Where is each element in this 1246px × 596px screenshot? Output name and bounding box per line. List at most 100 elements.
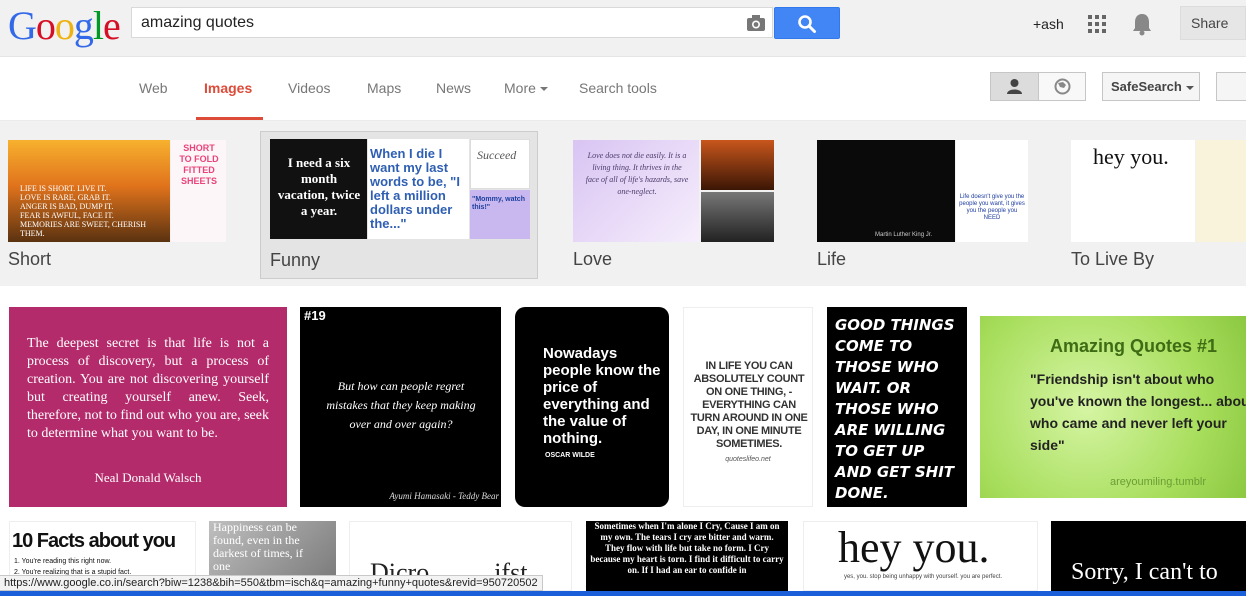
- result-author: quoteslifeo.net: [725, 456, 771, 463]
- search-icon: [798, 15, 816, 33]
- category-life[interactable]: Martin Luther King Jr. Life doesn't give…: [817, 131, 1032, 279]
- category-thumbnail[interactable]: [701, 192, 774, 242]
- scroll-progress-bar: [0, 591, 1246, 596]
- tab-more[interactable]: More: [504, 80, 548, 96]
- result-title: 10 Facts about you: [12, 530, 176, 552]
- logo-letter: e: [103, 3, 121, 48]
- image-result[interactable]: GOOD THINGS COME TO THOSE WHO WAIT. OR T…: [827, 307, 967, 507]
- result-quote-text: Sorry, I can't to: [1071, 559, 1218, 585]
- image-result[interactable]: Sometimes when I'm alone I Cry, Cause I …: [586, 521, 788, 591]
- bell-icon[interactable]: [1131, 12, 1153, 36]
- category-label: Short: [8, 249, 52, 269]
- view-toggle: [990, 72, 1086, 101]
- chevron-down-icon: [1185, 85, 1194, 90]
- category-label: To Live By: [1071, 249, 1155, 269]
- thumbnail-text: LIFE IS SHORT. LIVE IT. LOVE IS RARE, GR…: [20, 184, 147, 238]
- share-button[interactable]: Share: [1180, 6, 1246, 40]
- person-icon: [1007, 79, 1022, 94]
- category-thumbnail[interactable]: SHORT TO FOLD FITTED SHEETS: [171, 140, 226, 242]
- active-tab-indicator: [196, 117, 263, 120]
- result-author: Ayumi Hamasaki - Teddy Bear: [389, 491, 499, 501]
- category-funny[interactable]: I need a six month vacation, twice a yea…: [260, 131, 538, 279]
- category-thumbnail[interactable]: "Mommy, watch this!": [470, 190, 530, 239]
- image-result[interactable]: Sorry, I can't to: [1051, 521, 1246, 591]
- thumbnail-text: I need a six month vacation, twice a yea…: [277, 155, 361, 218]
- thumbnail-text: Love does not die easily. It is a living…: [585, 151, 689, 196]
- logo-letter: l: [92, 3, 104, 48]
- image-result[interactable]: Amazing Quotes #1 "Friendship isn't abou…: [980, 316, 1246, 498]
- tab-videos[interactable]: Videos: [288, 80, 331, 96]
- category-thumbnail[interactable]: [701, 140, 774, 190]
- thumbnail-text: When I die I want my last words to be, "…: [370, 146, 460, 231]
- category-short[interactable]: LIFE IS SHORT. LIVE IT. LOVE IS RARE, GR…: [8, 131, 230, 279]
- google-logo[interactable]: Google: [8, 3, 121, 48]
- category-thumbnail[interactable]: Martin Luther King Jr.: [817, 140, 955, 242]
- category-thumbnail[interactable]: Life doesn't give you the people you wan…: [956, 140, 1028, 242]
- thumbnail-text: Martin Luther King Jr.: [875, 232, 933, 238]
- result-title: Amazing Quotes #1: [1050, 336, 1218, 356]
- search-box: [131, 7, 773, 38]
- search-tools-button[interactable]: Search tools: [579, 80, 657, 96]
- search-input[interactable]: [141, 12, 731, 34]
- image-result[interactable]: IN LIFE YOU CAN ABSOLUTELY COUNT ON ONE …: [683, 307, 813, 507]
- thumbnail-text: SHORT TO FOLD FITTED SHEETS: [179, 143, 219, 186]
- result-author: areyoumiling.tumblr: [1110, 476, 1206, 488]
- camera-icon[interactable]: [746, 14, 766, 32]
- category-thumbnail[interactable]: LIFE IS SHORT. LIVE IT. LOVE IS RARE, GR…: [8, 140, 170, 242]
- related-searches-strip: LIFE IS SHORT. LIVE IT. LOVE IS RARE, GR…: [0, 121, 1246, 286]
- result-author: Neal Donald Walsch: [94, 470, 202, 485]
- result-quote-text: "Friendship isn't about who you've known…: [1030, 371, 1246, 453]
- image-result[interactable]: hey you. yes, you. stop being unhappy wi…: [803, 521, 1038, 591]
- result-tag: #19: [304, 308, 326, 323]
- result-quote-text: IN LIFE YOU CAN ABSOLUTELY COUNT ON ONE …: [690, 360, 808, 450]
- image-result[interactable]: The deepest secret is that life is not a…: [9, 307, 287, 507]
- personal-results-button[interactable]: [991, 73, 1039, 100]
- apps-grid-icon[interactable]: [1088, 15, 1106, 33]
- tab-maps[interactable]: Maps: [367, 80, 401, 96]
- user-link[interactable]: +ash: [1033, 16, 1064, 32]
- tab-news[interactable]: News: [436, 80, 471, 96]
- logo-letter: g: [73, 3, 94, 48]
- logo-letter: o: [35, 3, 56, 48]
- settings-button[interactable]: [1216, 72, 1246, 101]
- thumbnail-text: hey you.: [1093, 144, 1169, 169]
- result-quote-text: hey you.: [838, 523, 990, 572]
- category-to-live-by[interactable]: hey you. To Live By: [1071, 131, 1246, 279]
- thumbnail-text: Succeed: [477, 148, 517, 162]
- top-bar: Google +ash Share: [0, 0, 1246, 57]
- category-thumbnail[interactable]: hey you.: [1071, 140, 1195, 242]
- category-label: Love: [573, 249, 613, 269]
- category-thumbnail[interactable]: Succeed: [470, 139, 530, 189]
- category-thumbnail[interactable]: [1196, 140, 1246, 242]
- result-author: OSCAR WILDE: [545, 452, 595, 459]
- category-thumbnail[interactable]: I need a six month vacation, twice a yea…: [270, 139, 367, 239]
- result-quote-text: But how can people regret mistakes that …: [326, 379, 476, 431]
- category-thumbnail[interactable]: Love does not die easily. It is a living…: [573, 140, 699, 242]
- logo-letter: G: [8, 3, 37, 48]
- category-thumbnail[interactable]: When I die I want my last words to be, "…: [368, 139, 469, 239]
- tab-web[interactable]: Web: [139, 80, 168, 96]
- search-button[interactable]: [774, 7, 840, 39]
- tab-more-label: More: [504, 80, 536, 96]
- safesearch-label: SafeSearch: [1111, 79, 1182, 94]
- category-label: Life: [817, 249, 847, 269]
- result-quote-text: Nowadays people know the price of everyt…: [543, 345, 661, 447]
- result-subtext: yes, you. stop being unhappy with yourse…: [843, 574, 1003, 580]
- globe-icon: [1054, 78, 1071, 95]
- thumbnail-text: "Mommy, watch this!": [472, 196, 525, 211]
- global-results-button[interactable]: [1039, 73, 1086, 100]
- result-quote-text: Happiness can be found, even in the dark…: [213, 521, 303, 573]
- safesearch-dropdown[interactable]: SafeSearch: [1102, 72, 1200, 101]
- result-quote-text: The deepest secret is that life is not a…: [27, 336, 269, 441]
- search-type-nav: Web Images Videos Maps News More Search …: [0, 57, 1246, 121]
- tab-images[interactable]: Images: [204, 80, 252, 96]
- category-label: Funny: [270, 250, 321, 270]
- image-result[interactable]: #19 But how can people regret mistakes t…: [300, 307, 501, 507]
- result-quote-text: GOOD THINGS COME TO THOSE WHO WAIT. OR T…: [835, 316, 955, 502]
- thumbnail-text: Life doesn't give you the people you wan…: [959, 194, 1025, 221]
- category-love[interactable]: Love does not die easily. It is a living…: [573, 131, 778, 279]
- logo-letter: o: [54, 3, 75, 48]
- result-quote-text: Sometimes when I'm alone I Cry, Cause I …: [590, 521, 784, 575]
- chevron-down-icon: [539, 87, 548, 92]
- image-result[interactable]: Nowadays people know the price of everyt…: [515, 307, 669, 507]
